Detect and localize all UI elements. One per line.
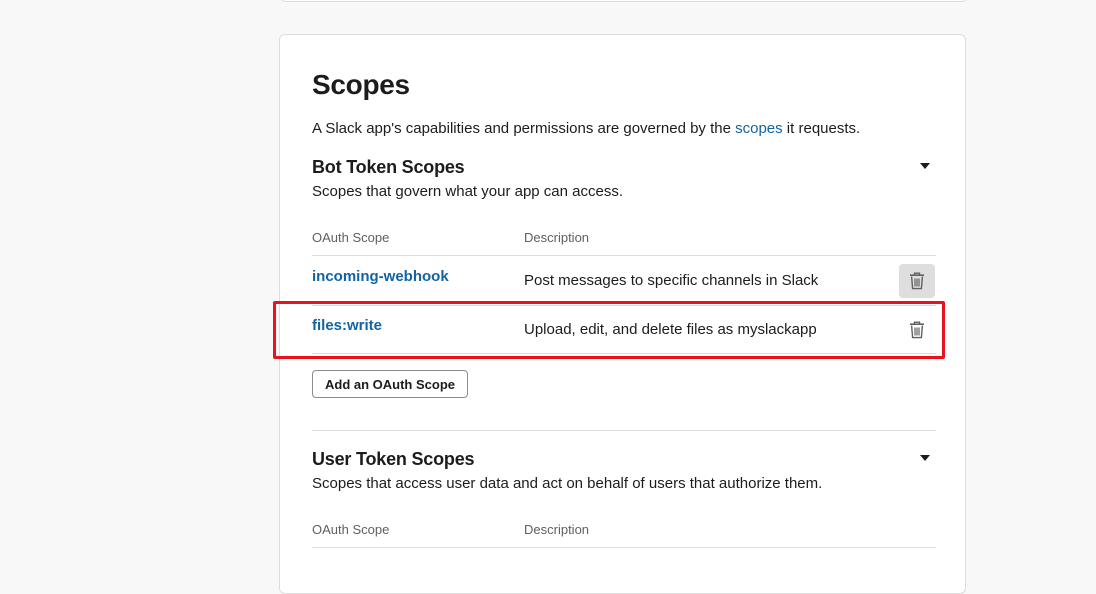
section-title: Scopes xyxy=(312,69,410,100)
scopes-link[interactable]: scopes xyxy=(735,120,783,137)
section-divider xyxy=(312,430,936,431)
user-col-oauth-scope: OAuth Scope xyxy=(312,522,390,537)
scopes-intro: A Slack app's capabilities and permissio… xyxy=(312,120,860,137)
bot-token-scopes-title: Bot Token Scopes xyxy=(312,157,465,177)
previous-card xyxy=(280,0,968,2)
intro-text-after: it requests. xyxy=(782,120,861,137)
user-token-scopes-title: User Token Scopes xyxy=(312,449,475,469)
add-oauth-scope-button[interactable]: Add an OAuth Scope xyxy=(312,370,468,398)
divider xyxy=(312,547,936,548)
scope-name-incoming-webhook[interactable]: incoming-webhook xyxy=(312,268,449,285)
highlight-annotation-box xyxy=(273,301,945,359)
user-scopes-caret-down-icon[interactable] xyxy=(920,455,930,461)
divider xyxy=(312,255,936,256)
bot-token-scopes-description: Scopes that govern what your app can acc… xyxy=(312,183,624,200)
bot-col-description: Description xyxy=(524,230,590,245)
bot-scopes-caret-down-icon[interactable] xyxy=(920,163,930,169)
user-col-description: Description xyxy=(524,522,590,537)
remove-scope-button[interactable] xyxy=(899,264,935,298)
scope-description: Post messages to specific channels in Sl… xyxy=(524,272,819,289)
user-token-scopes-description: Scopes that access user data and act on … xyxy=(312,475,823,492)
trash-icon xyxy=(910,272,924,290)
intro-text-before: A Slack app's capabilities and permissio… xyxy=(312,120,736,137)
bot-col-oauth-scope: OAuth Scope xyxy=(312,230,390,245)
